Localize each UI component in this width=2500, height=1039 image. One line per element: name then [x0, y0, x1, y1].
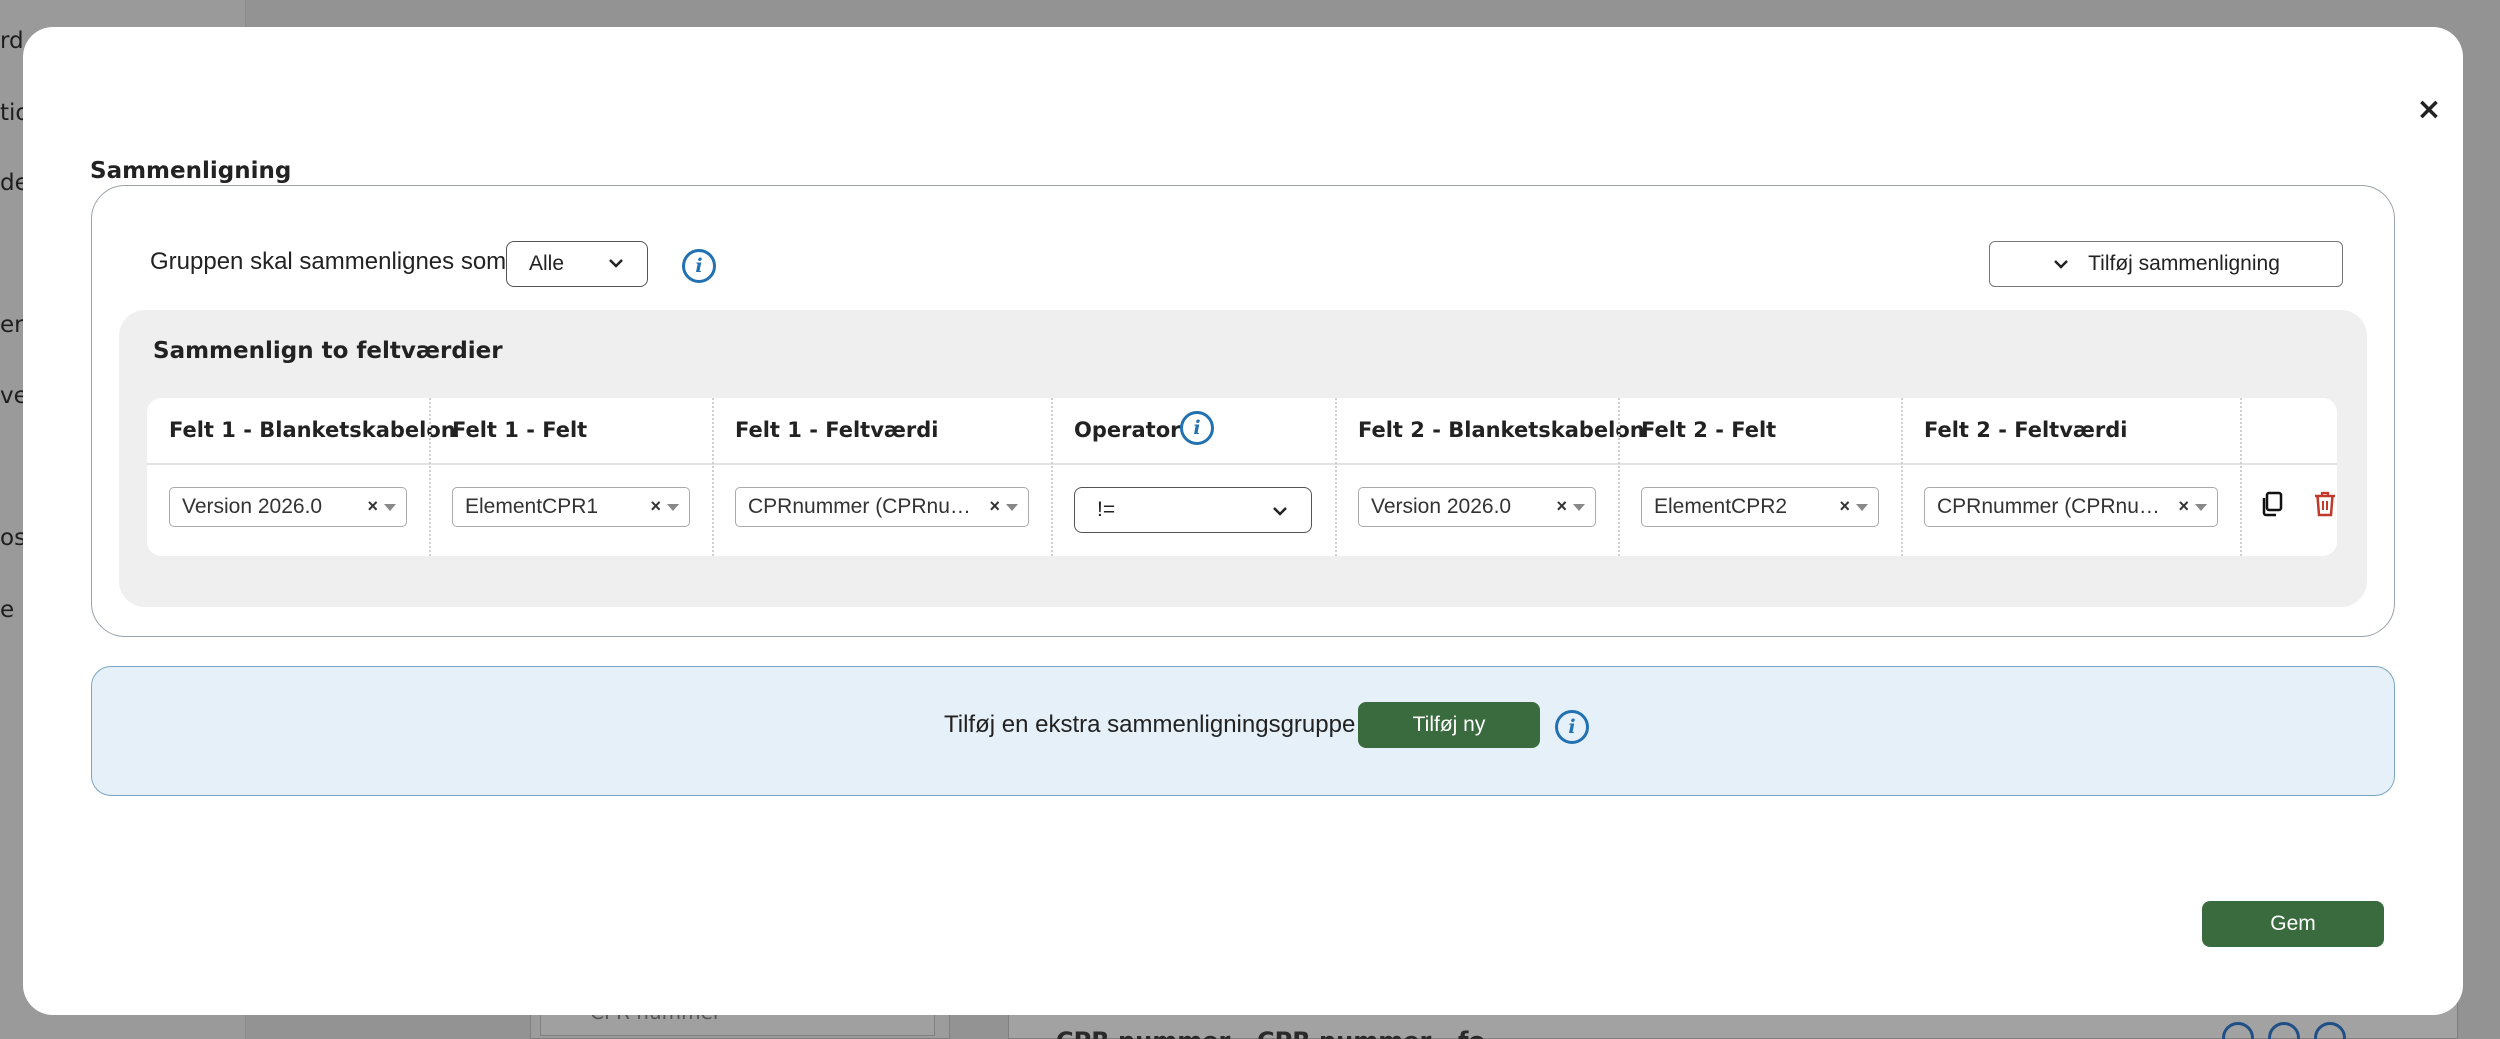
column-header: Felt 1 - Blanketskabelon	[169, 418, 456, 442]
caret-down-icon	[384, 504, 396, 511]
background-card-title: CPR nummer - CPR nummer - fo...	[1056, 1027, 1512, 1039]
field2-form-value: Version 2026.0	[1371, 495, 1512, 518]
column-divider	[1901, 398, 1903, 556]
trash-icon[interactable]	[2313, 490, 2337, 518]
column-header: Felt 1 - Felt	[452, 418, 588, 442]
close-button[interactable]: ×	[2411, 91, 2447, 127]
field2-field-value: ElementCPR2	[1654, 495, 1788, 518]
field2-form-select[interactable]: Version 2026.0 ×	[1358, 487, 1596, 527]
clear-icon[interactable]: ×	[1556, 496, 1567, 517]
add-new-button[interactable]: Tilføj ny	[1358, 702, 1540, 748]
field2-field-select[interactable]: ElementCPR2 ×	[1641, 487, 1879, 527]
info-icon[interactable]: i	[1555, 710, 1589, 744]
column-divider	[1618, 398, 1620, 556]
caret-down-icon	[1573, 504, 1585, 511]
extra-group-section: Tilføj en ekstra sammenligningsgruppe Ti…	[91, 666, 2395, 796]
column-divider	[712, 398, 714, 556]
comparison-modal: × Sammenligning Gruppen skal sammenligne…	[23, 27, 2463, 1015]
background-copy-icon	[2268, 1022, 2300, 1039]
chevron-down-icon	[609, 259, 623, 268]
operator-value: !=	[1097, 498, 1116, 521]
caret-down-icon	[2195, 504, 2207, 511]
column-header: Felt 1 - Feltværdi	[735, 418, 939, 442]
field1-value-value: CPRnummer (CPRnummer)	[748, 495, 976, 518]
field1-field-value: ElementCPR1	[465, 495, 599, 518]
field-comparison-title: Sammenlign to feltværdier	[153, 338, 503, 364]
field-comparison-panel: Sammenlign to feltværdier Felt 1 - Blank…	[119, 310, 2367, 607]
column-divider	[2240, 398, 2242, 556]
info-icon[interactable]: i	[682, 249, 716, 283]
clear-icon[interactable]: ×	[367, 496, 378, 517]
chevron-down-icon	[2054, 260, 2068, 269]
field1-form-select[interactable]: Version 2026.0 ×	[169, 487, 407, 527]
caret-down-icon	[1006, 504, 1018, 511]
operator-select[interactable]: !=	[1074, 487, 1312, 533]
background-sidebar-item: rd	[0, 28, 24, 54]
modal-title: Sammenligning	[90, 158, 292, 184]
chevron-down-icon	[1273, 507, 1287, 516]
clear-icon[interactable]: ×	[1839, 496, 1850, 517]
background-delete-icon	[2314, 1022, 2346, 1039]
column-header: Felt 2 - Blanketskabelon	[1358, 418, 1645, 442]
column-divider	[1051, 398, 1053, 556]
field1-field-select[interactable]: ElementCPR1 ×	[452, 487, 690, 527]
caret-down-icon	[1856, 504, 1868, 511]
clear-icon[interactable]: ×	[650, 496, 661, 517]
table-header-divider	[147, 463, 2337, 465]
extra-group-text: Tilføj en ekstra sammenligningsgruppe	[944, 711, 1356, 738]
save-button[interactable]: Gem	[2202, 901, 2384, 947]
clear-icon[interactable]: ×	[2178, 496, 2189, 517]
column-divider	[1335, 398, 1337, 556]
group-mode-select[interactable]: Alle	[506, 241, 648, 287]
comparison-table: Felt 1 - Blanketskabelon Felt 1 - Felt F…	[147, 398, 2337, 556]
group-mode-value: Alle	[529, 252, 565, 275]
clear-icon[interactable]: ×	[989, 496, 1000, 517]
field2-value-value: CPRnummer (CPRnummer)	[1937, 495, 2165, 518]
column-header: Felt 2 - Felt	[1641, 418, 1777, 442]
field2-value-select[interactable]: CPRnummer (CPRnummer) ×	[1924, 487, 2218, 527]
column-divider	[429, 398, 431, 556]
caret-down-icon	[667, 504, 679, 511]
column-header: Operator	[1074, 418, 1181, 442]
column-header: Felt 2 - Feltværdi	[1924, 418, 2128, 442]
group-mode-label: Gruppen skal sammenlignes som:	[150, 248, 513, 275]
field1-form-value: Version 2026.0	[182, 495, 323, 518]
field1-value-select[interactable]: CPRnummer (CPRnummer) ×	[735, 487, 1029, 527]
add-comparison-button[interactable]: Tilføj sammenligning	[1989, 241, 2343, 287]
background-info-icon	[2222, 1022, 2254, 1039]
add-comparison-label: Tilføj sammenligning	[2088, 252, 2280, 275]
background-card-icons	[2222, 1022, 2346, 1039]
copy-icon[interactable]	[2260, 491, 2284, 517]
comparison-group: Gruppen skal sammenlignes som: Alle i Ti…	[91, 185, 2395, 637]
background-sidebar-item: e	[0, 597, 15, 623]
operator-info-icon[interactable]: i	[1180, 411, 1214, 445]
